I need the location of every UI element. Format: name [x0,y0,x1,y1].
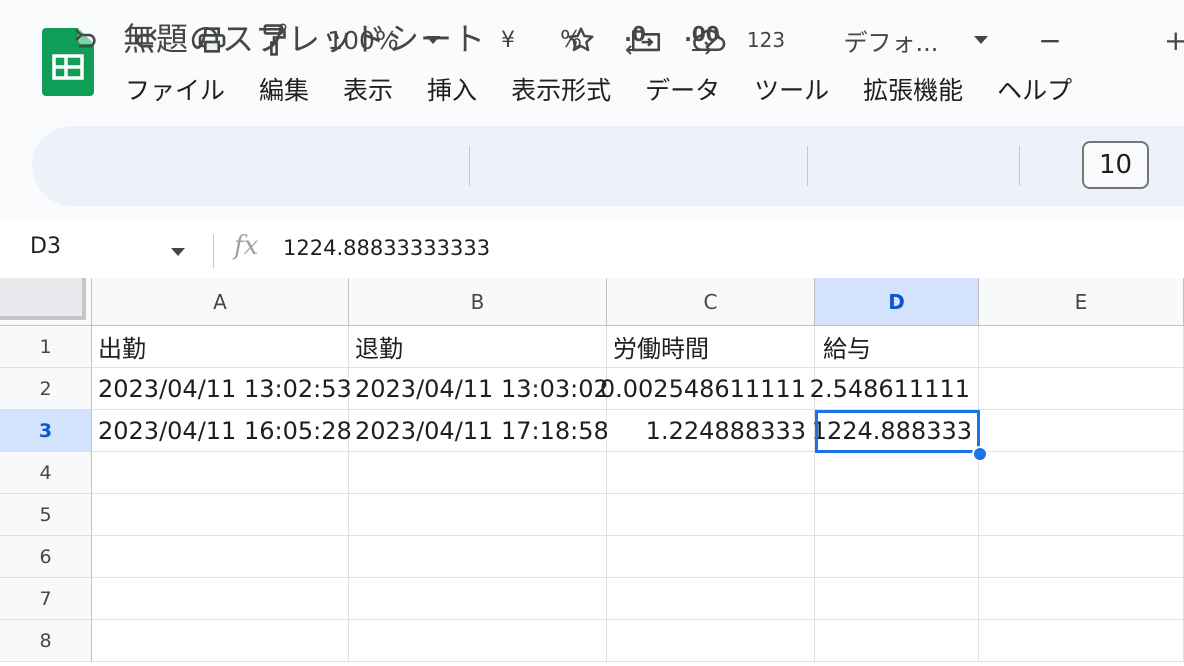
cell-b7[interactable] [349,578,607,620]
row-header-2[interactable]: 2 [0,368,92,410]
cell-c5[interactable] [607,494,815,536]
font-size-increase-button[interactable]: + [1164,0,1184,80]
column-header-d[interactable]: D [815,278,979,326]
formula-input[interactable]: 1224.88833333333 [283,236,490,260]
font-size-decrease-button[interactable]: − [1036,0,1064,80]
fx-icon: fx [234,231,259,261]
more-formats-button[interactable]: 123 [744,0,788,80]
cell-e5[interactable] [979,494,1184,536]
cell-b6[interactable] [349,536,607,578]
fill-handle[interactable] [972,446,988,462]
row-header-4[interactable]: 4 [0,452,92,494]
cell-a5[interactable] [92,494,349,536]
decrease-decimal-label: .0 [624,22,646,46]
cell-c6[interactable] [607,536,815,578]
cell-a2[interactable]: 2023/04/11 13:02:53 [92,368,352,410]
cell-d2[interactable]: 2.548611111 [810,368,979,410]
toolbar-divider [807,146,808,186]
cell-e8[interactable] [979,620,1184,662]
cell-c7[interactable] [607,578,815,620]
freeze-handle[interactable] [0,278,86,320]
row-header-5[interactable]: 5 [0,494,92,536]
toolbar-divider [1019,146,1020,186]
zoom-select[interactable]: 100% [325,0,401,80]
row-header-1[interactable]: 1 [0,326,92,368]
cell-d4[interactable] [815,452,979,494]
active-cell-outline [815,410,980,453]
cell-d1[interactable]: 給与 [815,326,979,368]
row-header-7[interactable]: 7 [0,578,92,620]
cell-c2[interactable]: 0.002548611111 [600,368,815,410]
cell-e3[interactable] [979,410,1184,452]
column-header-c[interactable]: C [607,278,815,326]
cell-d6[interactable] [815,536,979,578]
name-box[interactable]: D3 [30,234,61,259]
toolbar [32,126,1184,206]
cell-b8[interactable] [349,620,607,662]
column-header-a[interactable]: A [92,278,349,326]
cell-e2[interactable] [979,368,1184,410]
formula-bar: D3 fx 1224.88833333333 [0,222,1184,278]
cell-e4[interactable] [979,452,1184,494]
cell-a7[interactable] [92,578,349,620]
row-header-8[interactable]: 8 [0,620,92,662]
cell-b5[interactable] [349,494,607,536]
arrow-right-icon [692,45,712,55]
select-all-corner[interactable] [0,278,92,326]
row-header-6[interactable]: 6 [0,536,92,578]
cell-a8[interactable] [92,620,349,662]
cell-c1[interactable]: 労働時間 [607,326,815,368]
cell-b2[interactable]: 2023/04/11 13:03:02 [349,368,609,410]
zoom-dropdown-icon[interactable] [420,0,446,80]
cell-e6[interactable] [979,536,1184,578]
cell-b1[interactable]: 退勤 [349,326,607,368]
arrow-left-icon [625,45,645,55]
cell-c8[interactable] [607,620,815,662]
name-box-dropdown-icon[interactable] [170,242,186,261]
cell-d5[interactable] [815,494,979,536]
cell-a1[interactable]: 出勤 [92,326,349,368]
cell-a3[interactable]: 2023/04/11 16:05:28 [92,410,352,452]
formula-bar-divider [213,234,214,268]
increase-decimal-label: .00 [684,22,720,46]
font-size-input[interactable]: 10 [1082,141,1149,189]
currency-format-button[interactable]: ¥ [494,0,522,80]
column-header-b[interactable]: B [349,278,607,326]
cell-b3[interactable]: 2023/04/11 17:18:58 [349,410,609,452]
print-icon[interactable] [192,0,232,80]
paint-format-icon[interactable] [256,0,292,80]
row-header-3[interactable]: 3 [0,410,92,452]
cell-e1[interactable] [979,326,1184,368]
font-family-select[interactable]: デフォ... [836,0,946,80]
font-dropdown-icon[interactable] [968,0,994,80]
cell-e7[interactable] [979,578,1184,620]
column-header-e[interactable]: E [979,278,1184,326]
redo-icon[interactable] [128,0,166,80]
percent-format-button[interactable]: % [556,0,586,80]
cell-c3[interactable]: 1.224888333 [607,410,815,452]
decrease-decimal-button[interactable]: .0 [614,0,656,80]
cell-d7[interactable] [815,578,979,620]
toolbar-divider [469,146,470,186]
cell-c4[interactable] [607,452,815,494]
cell-d8[interactable] [815,620,979,662]
increase-decimal-button[interactable]: .00 [680,0,724,80]
cell-b4[interactable] [349,452,607,494]
cell-a6[interactable] [92,536,349,578]
cell-a4[interactable] [92,452,349,494]
sheet-grid: A B C D E 1 出勤 退勤 労働時間 給与 2 2023/04/11 13:02:53 2023… [0,278,1184,666]
undo-icon[interactable] [66,0,104,80]
